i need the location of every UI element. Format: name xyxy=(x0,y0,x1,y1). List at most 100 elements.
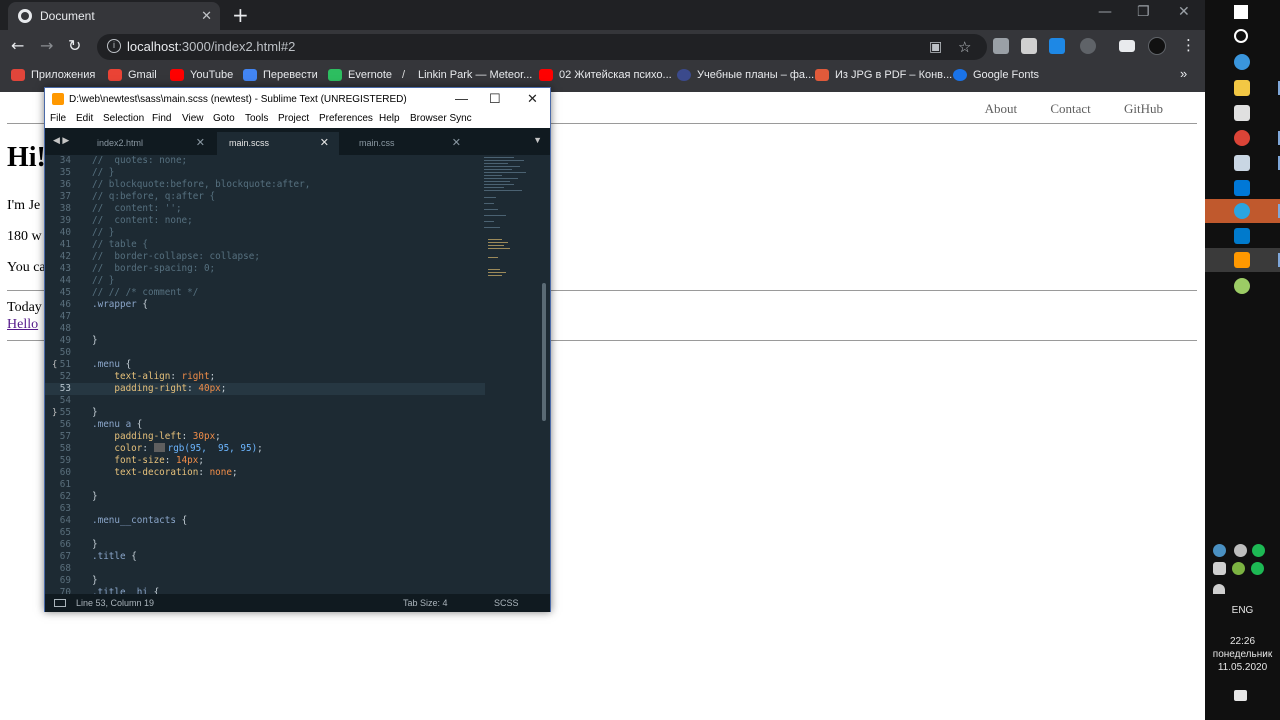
close-window-button[interactable]: ✕ xyxy=(527,91,538,107)
menu-goto[interactable]: Goto xyxy=(213,113,235,124)
code-line[interactable]: 39 // content: none; xyxy=(45,215,485,227)
menu-browser-sync[interactable]: Browser Sync xyxy=(410,113,472,124)
extension-icon[interactable] xyxy=(1049,38,1065,54)
menu-link-about[interactable]: About xyxy=(985,101,1018,116)
back-icon[interactable]: ← xyxy=(11,36,24,55)
extension-icon[interactable] xyxy=(1021,38,1037,54)
bookmark-linkin-park[interactable]: / Linkin Park — Meteor... xyxy=(402,69,532,81)
mail-icon[interactable] xyxy=(1234,180,1250,196)
translate-icon[interactable]: ▣ xyxy=(929,39,942,55)
info-icon[interactable]: i xyxy=(107,39,121,53)
hello-link[interactable]: Hello xyxy=(7,317,38,333)
minimize-button[interactable]: — xyxy=(1098,4,1112,20)
panel-toggle-icon[interactable] xyxy=(54,599,66,607)
menu-help[interactable]: Help xyxy=(379,113,400,124)
tab-index2-html[interactable]: index2.html ✕ xyxy=(85,132,215,155)
tab-dropdown-icon[interactable]: ▼ xyxy=(533,135,542,145)
code-line[interactable]: 51 .menu {{ xyxy=(45,359,485,371)
code-line[interactable]: 66} xyxy=(45,539,485,551)
bookmark-psychology[interactable]: 02 Житейская психо... xyxy=(539,69,672,81)
menu-link-github[interactable]: GitHub xyxy=(1124,101,1163,116)
fold-marker-icon[interactable]: } xyxy=(52,407,57,419)
menu-project[interactable]: Project xyxy=(278,113,309,124)
code-line[interactable]: 69} xyxy=(45,575,485,587)
menu-find[interactable]: Find xyxy=(152,113,171,124)
code-line[interactable]: 49} xyxy=(45,335,485,347)
windows-start-icon[interactable] xyxy=(1234,5,1248,19)
paint-icon[interactable] xyxy=(1234,278,1250,294)
search-icon[interactable] xyxy=(1234,29,1248,43)
code-line[interactable]: 45 // // /* comment */ xyxy=(45,287,485,299)
minimap[interactable] xyxy=(484,155,540,295)
code-line[interactable]: 57 padding-left: 30px; xyxy=(45,431,485,443)
tab-close-icon[interactable]: ✕ xyxy=(320,136,329,149)
code-line[interactable]: 59 font-size: 14px; xyxy=(45,455,485,467)
menu-edit[interactable]: Edit xyxy=(76,113,93,124)
menu-preferences[interactable]: Preferences xyxy=(319,113,373,124)
address-bar[interactable]: i localhost:3000/index2.html#2 ▣ ☆ xyxy=(97,34,987,60)
menu-link-contact[interactable]: Contact xyxy=(1050,101,1090,116)
code-line[interactable]: 48 xyxy=(45,323,485,335)
code-line[interactable]: 55}} xyxy=(45,407,485,419)
code-line[interactable]: 60 text-decoration: none; xyxy=(45,467,485,479)
volume-icon[interactable] xyxy=(1213,562,1226,575)
code-line[interactable]: 54 xyxy=(45,395,485,407)
code-line[interactable]: 40 // } xyxy=(45,227,485,239)
tab-close-icon[interactable]: ✕ xyxy=(196,136,205,149)
avatar[interactable] xyxy=(1148,37,1166,55)
code-line[interactable]: 37 // q:before, q:after { xyxy=(45,191,485,203)
bookmark-youtube[interactable]: YouTube xyxy=(170,69,233,81)
tab-close-icon[interactable]: ✕ xyxy=(201,8,212,24)
menu-dots-icon[interactable]: ⋮ xyxy=(1181,36,1196,54)
maximize-button[interactable]: ☐ xyxy=(489,91,501,107)
photos-icon[interactable] xyxy=(1234,155,1250,171)
notifications-icon[interactable] xyxy=(1234,690,1247,701)
code-line[interactable]: 68 xyxy=(45,563,485,575)
extension-icon[interactable] xyxy=(1080,38,1096,54)
menu-view[interactable]: View xyxy=(182,113,204,124)
store-icon[interactable] xyxy=(1234,105,1250,121)
tray-icon[interactable] xyxy=(1251,562,1264,575)
code-line[interactable]: 34 // quotes: none; xyxy=(45,155,485,167)
edge-icon[interactable] xyxy=(1234,54,1250,70)
code-line[interactable]: 38 // content: ''; xyxy=(45,203,485,215)
code-line[interactable]: 42 // border-collapse: collapse; xyxy=(45,251,485,263)
reload-icon[interactable]: ↻ xyxy=(68,36,81,55)
code-line[interactable]: 65 xyxy=(45,527,485,539)
tab-main-css[interactable]: main.css ✕ xyxy=(347,132,471,155)
star-icon[interactable]: ☆ xyxy=(958,38,971,56)
code-line[interactable]: 67 .title { xyxy=(45,551,485,563)
clock-time[interactable]: 22:26 xyxy=(1205,635,1280,648)
new-tab-button[interactable]: + xyxy=(232,3,249,27)
syntax-indicator[interactable]: SCSS xyxy=(494,598,519,608)
tab-main-scss[interactable]: main.scss ✕ xyxy=(217,132,339,155)
code-line[interactable]: 62} xyxy=(45,491,485,503)
code-line[interactable]: 63 xyxy=(45,503,485,515)
code-line[interactable]: 53 padding-right: 40px; xyxy=(45,383,485,395)
code-line[interactable]: 64 .menu__contacts { xyxy=(45,515,485,527)
bookmark-translate[interactable]: Перевести xyxy=(243,69,318,81)
bookmark-study-plans[interactable]: Учебные планы – фа... xyxy=(677,69,814,81)
bookmark-jpg-to-pdf[interactable]: Из JPG в PDF – Конв... xyxy=(815,69,952,81)
menu-selection[interactable]: Selection xyxy=(103,113,144,124)
code-line[interactable]: 52 text-align: right; xyxy=(45,371,485,383)
media-icon[interactable] xyxy=(1119,40,1135,52)
bookmark-gmail[interactable]: Gmail xyxy=(108,69,157,81)
menu-file[interactable]: File xyxy=(50,113,66,124)
tray-icon[interactable] xyxy=(1234,544,1247,557)
tray-icon[interactable] xyxy=(1232,562,1245,575)
code-line[interactable]: 41 // table { xyxy=(45,239,485,251)
telegram-icon[interactable] xyxy=(1234,203,1250,219)
code-line[interactable]: 46 .wrapper { xyxy=(45,299,485,311)
chrome-icon[interactable] xyxy=(1234,130,1250,146)
bookmark-evernote[interactable]: Evernote xyxy=(328,69,392,81)
wifi-icon[interactable] xyxy=(1213,584,1225,594)
code-line[interactable]: 35 // } xyxy=(45,167,485,179)
url-text[interactable]: localhost:3000/index2.html#2 xyxy=(127,39,295,54)
editor-scrollbar[interactable] xyxy=(542,283,546,421)
code-line[interactable]: 70 .title__hi { xyxy=(45,587,485,594)
tab-size-indicator[interactable]: Tab Size: 4 xyxy=(403,598,448,608)
code-line[interactable]: 58 color: rgb(95, 95, 95); xyxy=(45,443,485,455)
code-line[interactable]: 61 xyxy=(45,479,485,491)
file-explorer-icon[interactable] xyxy=(1234,80,1250,96)
